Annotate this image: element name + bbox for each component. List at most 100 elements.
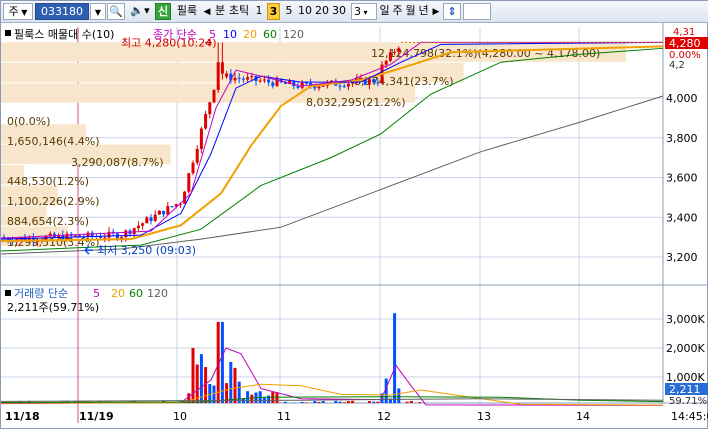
price-axis-tick: 3,200 xyxy=(666,251,698,264)
updown-arrows-icon: ⇕ xyxy=(447,5,457,18)
time-axis-label: 11/19 xyxy=(79,410,114,423)
volume-bar xyxy=(372,401,376,403)
interval-10-button[interactable]: 10 xyxy=(297,3,313,20)
candle-body xyxy=(170,206,174,208)
volume-bar xyxy=(346,401,350,403)
candle-body xyxy=(271,82,275,87)
interval-20-button[interactable]: 20 xyxy=(314,3,330,20)
candle-body xyxy=(388,52,392,61)
interval-30-button[interactable]: 30 xyxy=(331,3,347,20)
period-day-label: 일 xyxy=(379,4,390,17)
volume-bar xyxy=(283,401,287,403)
period-month-label: 월 xyxy=(405,4,416,17)
interval-5-button[interactable]: 5 xyxy=(283,3,295,20)
candle-body xyxy=(199,128,203,149)
volume-bar xyxy=(334,400,338,403)
price-axis-tick: 3,600 xyxy=(666,172,698,185)
candle-body xyxy=(233,77,237,81)
volume-bar xyxy=(409,401,413,403)
period-day-button[interactable]: 일 xyxy=(378,3,391,20)
candle-body xyxy=(162,210,166,215)
volume-bar xyxy=(237,381,241,403)
legend-square-icon xyxy=(5,30,11,36)
interval-3-button[interactable]: 3 xyxy=(267,3,280,20)
volume-profile-label: 448,530(1.2%) xyxy=(7,175,89,188)
interval-label: 5 xyxy=(285,4,293,17)
volume-bar xyxy=(250,394,254,403)
price-axis-tick: 3,800 xyxy=(666,132,698,145)
volume-profile-label: 8,032,295(21.2%) xyxy=(306,96,406,109)
caret-right-icon: ▶ xyxy=(432,7,440,17)
ma-legend-period: 60 xyxy=(263,28,277,41)
stock-name-button[interactable]: 필룩 xyxy=(173,3,201,20)
period-tick-button[interactable]: 초틱 xyxy=(227,3,251,20)
volume-bar xyxy=(376,401,380,403)
stock-code-input[interactable]: 033180 xyxy=(35,3,89,20)
extra-input[interactable] xyxy=(463,3,491,20)
period-minute-button[interactable]: 분 xyxy=(213,3,227,20)
candle-body xyxy=(191,162,195,174)
volume-bar xyxy=(418,402,422,403)
interval-1-button[interactable]: 1 xyxy=(253,3,265,20)
signal-badge[interactable]: 신 xyxy=(155,3,171,20)
volume-profile-label: 1,100,226(2.9%) xyxy=(7,195,100,208)
interval-label: 30 xyxy=(332,4,346,17)
volume-legend-period: 5 xyxy=(93,287,100,300)
price-axis-tick: 3,400 xyxy=(666,211,698,224)
interval-label: 1 xyxy=(255,4,263,17)
volume-bar xyxy=(233,367,237,403)
candle-body xyxy=(145,217,149,224)
caret-left-icon: ◀ xyxy=(203,7,211,17)
price-axis-partial-label: 4,2 xyxy=(669,60,685,71)
volume-bar xyxy=(317,401,321,403)
ma-legend-period: 5 xyxy=(209,28,216,41)
volume-bar xyxy=(397,388,401,403)
market-select[interactable]: 주 ▼ xyxy=(3,3,33,20)
volume-bar xyxy=(195,364,199,403)
price-volume-chart[interactable]: 12,124,798(32.1%)(4,280.00 ~ 4,178.00)8,… xyxy=(0,23,708,429)
prev-period-button[interactable]: ◀ xyxy=(201,3,213,20)
time-axis-label: 11/18 xyxy=(5,410,40,423)
ma-legend-label: 종가 단순 xyxy=(153,28,197,41)
candle-body xyxy=(296,86,300,88)
ma-legend-period: 20 xyxy=(243,28,257,41)
candle-body xyxy=(250,76,254,78)
period-week-button[interactable]: 주 xyxy=(391,3,404,20)
sound-button[interactable]: 🔈▾ xyxy=(127,3,153,20)
volume-bar xyxy=(199,354,203,403)
volume-profile-label: 1,650,146(4.4%) xyxy=(7,135,100,148)
candle-body xyxy=(397,48,401,52)
volume-bar xyxy=(267,395,271,403)
volume-bar xyxy=(300,401,304,403)
volume-profile-label: 3,290,087(8.7%) xyxy=(71,156,164,169)
updown-button[interactable]: ⇕ xyxy=(443,3,461,20)
candle-body xyxy=(304,82,308,84)
ma-legend-period: 120 xyxy=(283,28,304,41)
volume-bar xyxy=(304,402,308,403)
candle-body xyxy=(220,62,224,74)
time-axis-label: 14 xyxy=(576,410,590,423)
candle-body xyxy=(258,80,262,82)
candle-body xyxy=(157,210,161,215)
interval-count-value: 3 xyxy=(354,5,361,18)
ma120-line xyxy=(0,95,664,255)
next-period-button[interactable]: ▶ xyxy=(431,3,441,20)
volume-profile-label: 0(0.0%) xyxy=(7,115,51,128)
search-button[interactable]: 🔍 xyxy=(107,3,125,20)
volume-bar xyxy=(351,400,355,403)
period-month-button[interactable]: 월 xyxy=(404,3,417,20)
candle-body xyxy=(195,148,199,163)
code-dropdown-button[interactable]: ▼ xyxy=(90,3,106,20)
interval-count-select[interactable]: 3 ▾ xyxy=(351,3,377,20)
chart-window: 주 ▼ 033180 ▼ 🔍 🔈▾ 신 필룩 ◀ 분 초틱 1 3 5 10 2… xyxy=(0,0,708,429)
price-legend-title: 필룩스 매물대 수(10) xyxy=(14,28,114,41)
volume-legend-label: 거래량 단순 xyxy=(14,287,68,300)
time-axis-label: 11 xyxy=(277,410,291,423)
period-year-button[interactable]: 년 xyxy=(417,3,430,20)
candle-body xyxy=(346,83,350,87)
volume-bar xyxy=(246,391,250,403)
candle-body xyxy=(204,114,208,129)
candle-body xyxy=(208,102,212,115)
candle-body xyxy=(153,214,157,221)
candle-body xyxy=(384,60,388,65)
